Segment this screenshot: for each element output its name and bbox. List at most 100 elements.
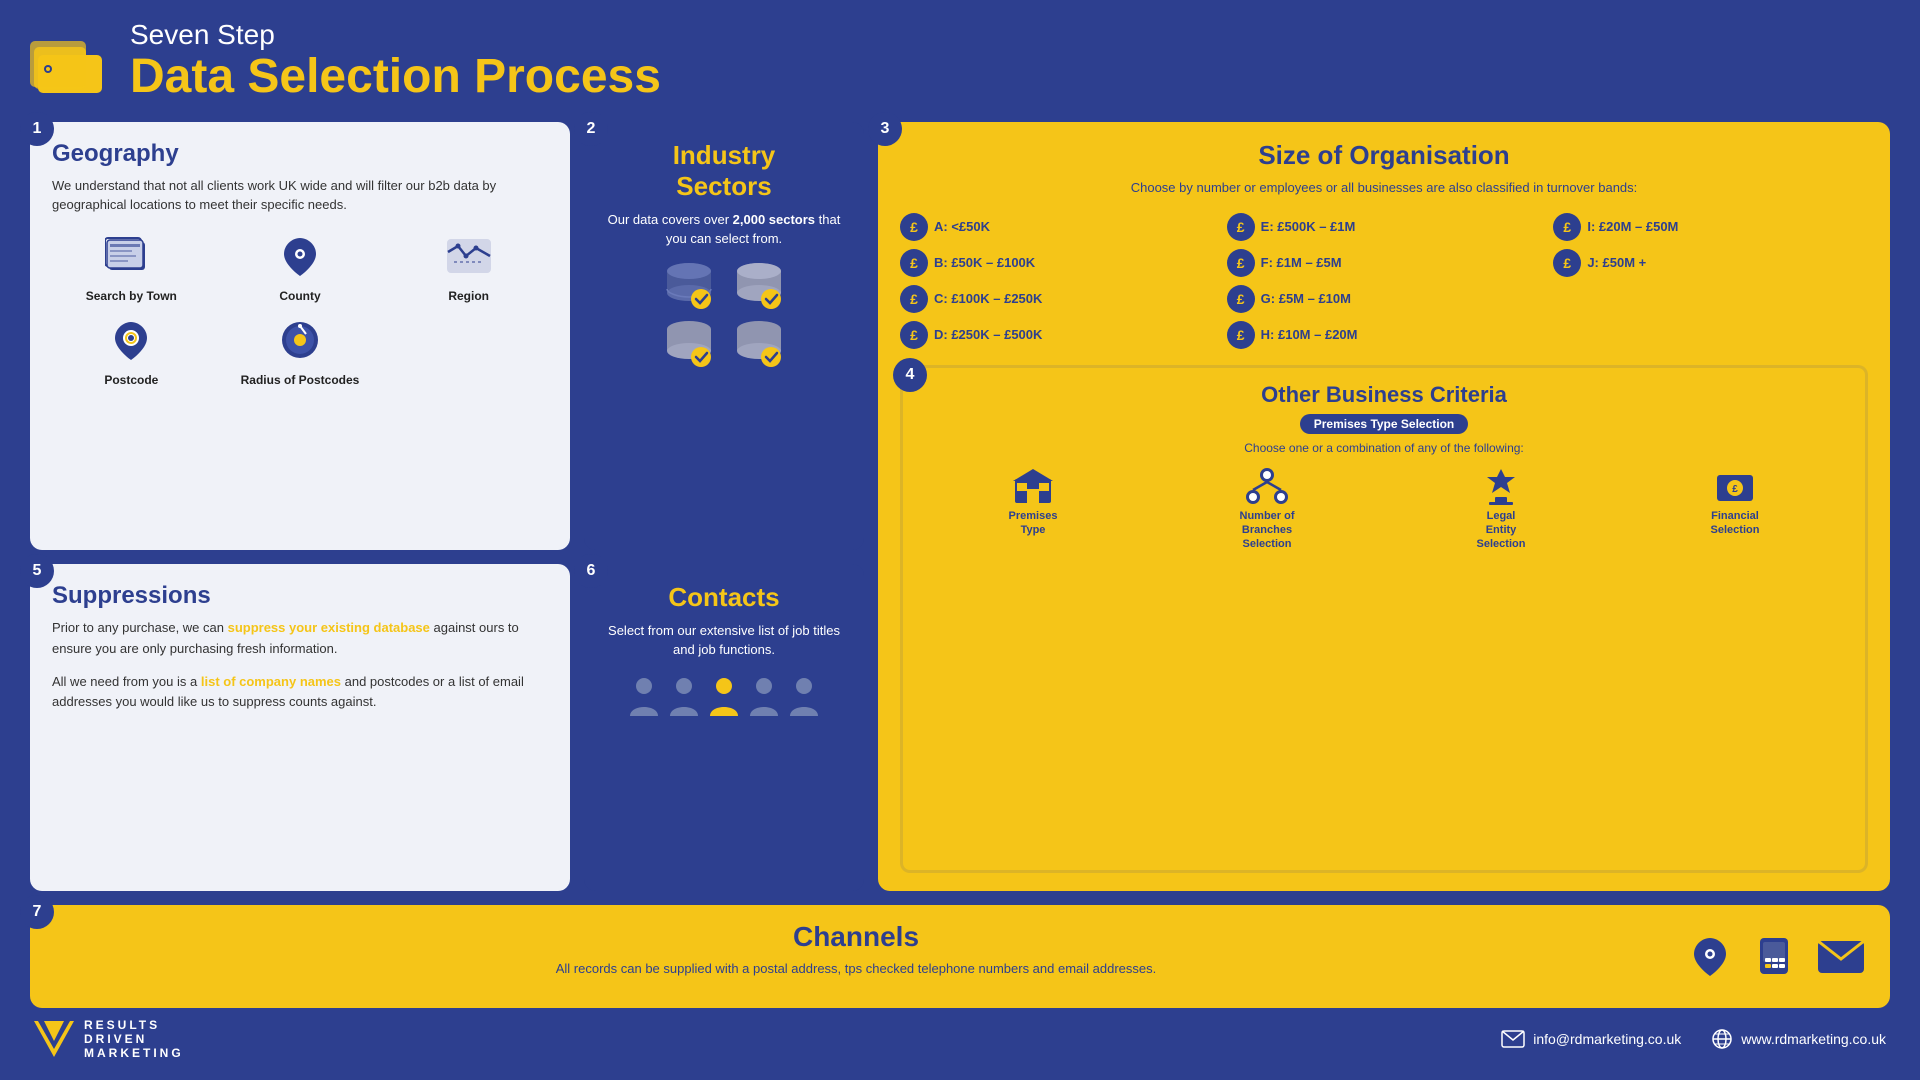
- channel-icons-group: [1688, 934, 1866, 978]
- step5-title: Suppressions: [52, 582, 548, 610]
- premises-type-label: PremisesType: [1009, 509, 1058, 538]
- region-icon: [437, 229, 501, 283]
- database-icons: [606, 261, 842, 311]
- band-i: £ I: £20M – £50M: [1553, 213, 1868, 241]
- pound-icon-j: £: [1553, 249, 1581, 277]
- database-icons-row2: [606, 319, 842, 369]
- pound-icon-c: £: [900, 285, 928, 313]
- step2-title: IndustrySectors: [606, 140, 842, 202]
- svg-text:£: £: [1732, 484, 1738, 495]
- band-a-label: A: <£50K: [934, 219, 990, 234]
- geography-icons: Search by Town County: [52, 229, 548, 387]
- rdm-logo-mark: [34, 1021, 74, 1057]
- geo-search-town-label: Search by Town: [86, 289, 177, 303]
- postcode-icon: [99, 313, 163, 367]
- premises-badge: Premises Type Selection: [1300, 414, 1469, 434]
- step2-description: Our data covers over 2,000 sectors that …: [606, 210, 842, 249]
- geo-county: County: [221, 229, 380, 303]
- geo-region-label: Region: [448, 289, 489, 303]
- branches-item: Number ofBranchesSelection: [1153, 467, 1381, 552]
- pound-icon-b: £: [900, 249, 928, 277]
- legal-entity-label: LegalEntitySelection: [1477, 509, 1526, 552]
- footer-email: info@rdmarketing.co.uk: [1501, 1030, 1681, 1048]
- band-empty2: [1553, 321, 1868, 349]
- step7-badge: 7: [20, 895, 54, 929]
- step7-text: Channels All records can be supplied wit…: [54, 921, 1658, 993]
- band-h: £ H: £10M – £20M: [1227, 321, 1542, 349]
- footer-logo: RESULTS DRIVEN MARKETING: [34, 1018, 184, 1060]
- band-e: £ E: £500K – £1M: [1227, 213, 1542, 241]
- header-subtitle: Seven Step: [130, 20, 661, 51]
- geo-radius-label: Radius of Postcodes: [241, 373, 360, 387]
- premises-type-item: PremisesType: [919, 467, 1147, 552]
- pound-icon-g: £: [1227, 285, 1255, 313]
- band-b: £ B: £50K – £100K: [900, 249, 1215, 277]
- footer-line1: RESULTS: [84, 1018, 184, 1032]
- band-d: £ D: £250K – £500K: [900, 321, 1215, 349]
- step4-description: Choose one or a combination of any of th…: [919, 440, 1849, 457]
- geo-search-town: Search by Town: [52, 229, 211, 303]
- footer-contact: info@rdmarketing.co.uk www.rdmarketing.c…: [1501, 1028, 1886, 1050]
- geo-radius: Radius of Postcodes: [221, 313, 380, 387]
- footer-website: www.rdmarketing.co.uk: [1711, 1028, 1886, 1050]
- band-a: £ A: <£50K: [900, 213, 1215, 241]
- band-empty1: [1553, 285, 1868, 313]
- step3-badge: 3: [868, 112, 902, 146]
- footer-website-url: www.rdmarketing.co.uk: [1741, 1031, 1886, 1047]
- county-icon: [268, 229, 332, 283]
- pound-icon-d: £: [900, 321, 928, 349]
- header-text: Seven Step Data Selection Process: [130, 20, 661, 104]
- financial-selection-item: £ FinancialSelection: [1621, 467, 1849, 552]
- step5-p1: Prior to any purchase, we can suppress y…: [52, 618, 548, 660]
- step7-description: All records can be supplied with a posta…: [54, 959, 1658, 979]
- step5-badge: 5: [20, 554, 54, 588]
- footer-line3: MARKETING: [84, 1046, 184, 1060]
- radius-icon: [268, 313, 332, 367]
- band-c-label: C: £100K – £250K: [934, 291, 1042, 306]
- band-g: £ G: £5M – £10M: [1227, 285, 1542, 313]
- legal-entity-item: LegalEntitySelection: [1387, 467, 1615, 552]
- step3-title: Size of Organisation: [900, 140, 1868, 171]
- main-container: Seven Step Data Selection Process 1 Geog…: [0, 0, 1920, 1080]
- footer-globe-icon: [1711, 1028, 1733, 1050]
- band-f: £ F: £1M – £5M: [1227, 249, 1542, 277]
- step2-badge: 2: [574, 112, 608, 146]
- pound-icon-i: £: [1553, 213, 1581, 241]
- band-b-label: B: £50K – £100K: [934, 255, 1035, 270]
- geo-county-label: County: [279, 289, 320, 303]
- header: Seven Step Data Selection Process: [30, 20, 1890, 104]
- band-h-label: H: £10M – £20M: [1261, 327, 1358, 342]
- step3-card: 3 Size of Organisation Choose by number …: [878, 122, 1890, 891]
- band-e-label: E: £500K – £1M: [1261, 219, 1356, 234]
- header-logo-icon: [30, 27, 110, 97]
- branches-label: Number ofBranchesSelection: [1240, 509, 1295, 552]
- step2-card: 2 IndustrySectors Our data covers over 2…: [584, 122, 864, 550]
- step4-embedded: 4 Other Business Criteria Premises Type …: [900, 365, 1868, 873]
- header-title: Data Selection Process: [130, 51, 661, 104]
- band-d-label: D: £250K – £500K: [934, 327, 1042, 342]
- financial-selection-label: FinancialSelection: [1711, 509, 1760, 538]
- geo-region: Region: [389, 229, 548, 303]
- pound-icon-f: £: [1227, 249, 1255, 277]
- email-icon: [1816, 937, 1866, 975]
- search-town-icon: [99, 229, 163, 283]
- step6-description: Select from our extensive list of job ti…: [606, 621, 842, 660]
- geo-postcode-label: Postcode: [104, 373, 158, 387]
- step1-card: 1 Geography We understand that not all c…: [30, 122, 570, 550]
- footer-logo-text: RESULTS DRIVEN MARKETING: [84, 1018, 184, 1060]
- pound-icon-e: £: [1227, 213, 1255, 241]
- band-c: £ C: £100K – £250K: [900, 285, 1215, 313]
- band-f-label: F: £1M – £5M: [1261, 255, 1342, 270]
- bottom-section: 7 Channels All records can be supplied w…: [30, 905, 1890, 1009]
- postal-icon: [1688, 934, 1732, 978]
- geo-postcode: Postcode: [52, 313, 211, 387]
- step4-title: Other Business Criteria: [919, 382, 1849, 408]
- turnover-bands: £ A: <£50K £ E: £500K – £1M £ I: £20M – …: [900, 213, 1868, 349]
- band-j: £ J: £50M +: [1553, 249, 1868, 277]
- footer-email-icon: [1501, 1030, 1525, 1048]
- band-g-label: G: £5M – £10M: [1261, 291, 1351, 306]
- telephone-icon: [1752, 934, 1796, 978]
- step7-card: 7 Channels All records can be supplied w…: [30, 905, 1890, 1009]
- footer-line2: DRIVEN: [84, 1032, 184, 1046]
- contact-person-icons: [606, 674, 842, 716]
